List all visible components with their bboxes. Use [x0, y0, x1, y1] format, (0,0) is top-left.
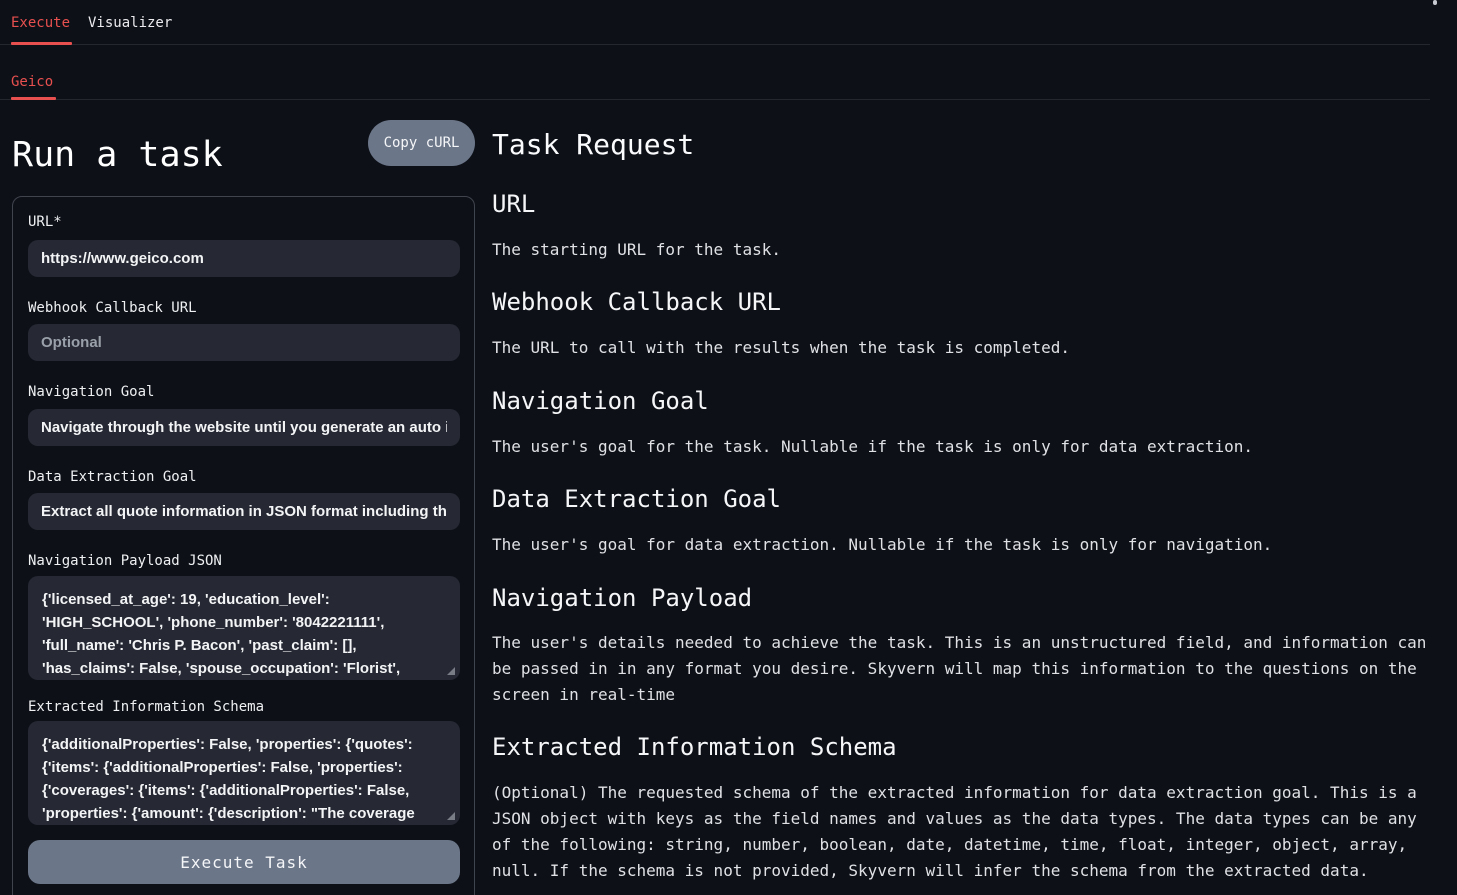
doc-body-navigation-goal: The user's goal for the task. Nullable i… [492, 434, 1440, 460]
active-subtab-underline [11, 97, 56, 100]
doc-body-data-extraction-goal: The user's goal for data extraction. Nul… [492, 532, 1440, 558]
doc-heading-navigation-goal: Navigation Goal [492, 386, 709, 416]
copy-curl-button[interactable]: Copy cURL [368, 120, 475, 166]
tab-geico[interactable]: Geico [11, 74, 53, 90]
url-input[interactable] [28, 240, 460, 277]
doc-body-extracted-information-schema: (Optional) The requested schema of the e… [492, 780, 1440, 884]
tab-execute[interactable]: Execute [11, 15, 70, 31]
resize-handle-icon[interactable] [447, 812, 455, 820]
task-request-title: Task Request [492, 128, 694, 162]
resize-handle-icon[interactable] [447, 667, 455, 675]
extracted-schema-textarea-wrap: {'additionalProperties': False, 'propert… [28, 721, 460, 825]
doc-body-navigation-payload: The user's details needed to achieve the… [492, 630, 1440, 708]
webhook-callback-url-input[interactable] [28, 324, 460, 361]
navigation-goal-input[interactable] [28, 409, 460, 446]
navigation-payload-textarea[interactable]: {'licensed_at_age': 19, 'education_level… [28, 576, 460, 680]
doc-heading-data-extraction-goal: Data Extraction Goal [492, 484, 781, 514]
page-title: Run a task [12, 134, 223, 176]
doc-heading-extracted-information-schema: Extracted Information Schema [492, 732, 897, 762]
subtabbar-divider [0, 99, 1430, 100]
tab-visualizer[interactable]: Visualizer [88, 15, 172, 31]
app-root: Execute Visualizer Geico Run a task Copy… [0, 0, 1457, 895]
data-extraction-goal-input[interactable] [28, 493, 460, 530]
doc-heading-webhook-callback-url: Webhook Callback URL [492, 287, 781, 317]
doc-heading-url: URL [492, 189, 535, 219]
data-extraction-goal-label: Data Extraction Goal [28, 467, 197, 487]
extracted-schema-textarea[interactable]: {'additionalProperties': False, 'propert… [28, 721, 460, 825]
navigation-payload-textarea-wrap: {'licensed_at_age': 19, 'education_level… [28, 576, 460, 680]
extracted-information-schema-label: Extracted Information Schema [28, 697, 264, 717]
doc-body-webhook-callback-url: The URL to call with the results when th… [492, 335, 1440, 361]
navigation-goal-label: Navigation Goal [28, 382, 154, 402]
webhook-callback-url-label: Webhook Callback URL [28, 298, 197, 318]
tabbar-divider [0, 44, 1430, 45]
active-tab-underline [11, 42, 72, 45]
navigation-payload-json-label: Navigation Payload JSON [28, 551, 222, 571]
scrollbar-thumb[interactable] [1433, 0, 1437, 5]
execute-task-button[interactable]: Execute Task [28, 840, 460, 884]
doc-heading-navigation-payload: Navigation Payload [492, 583, 752, 613]
doc-body-url: The starting URL for the task. [492, 237, 1440, 263]
url-label: URL* [28, 212, 62, 232]
